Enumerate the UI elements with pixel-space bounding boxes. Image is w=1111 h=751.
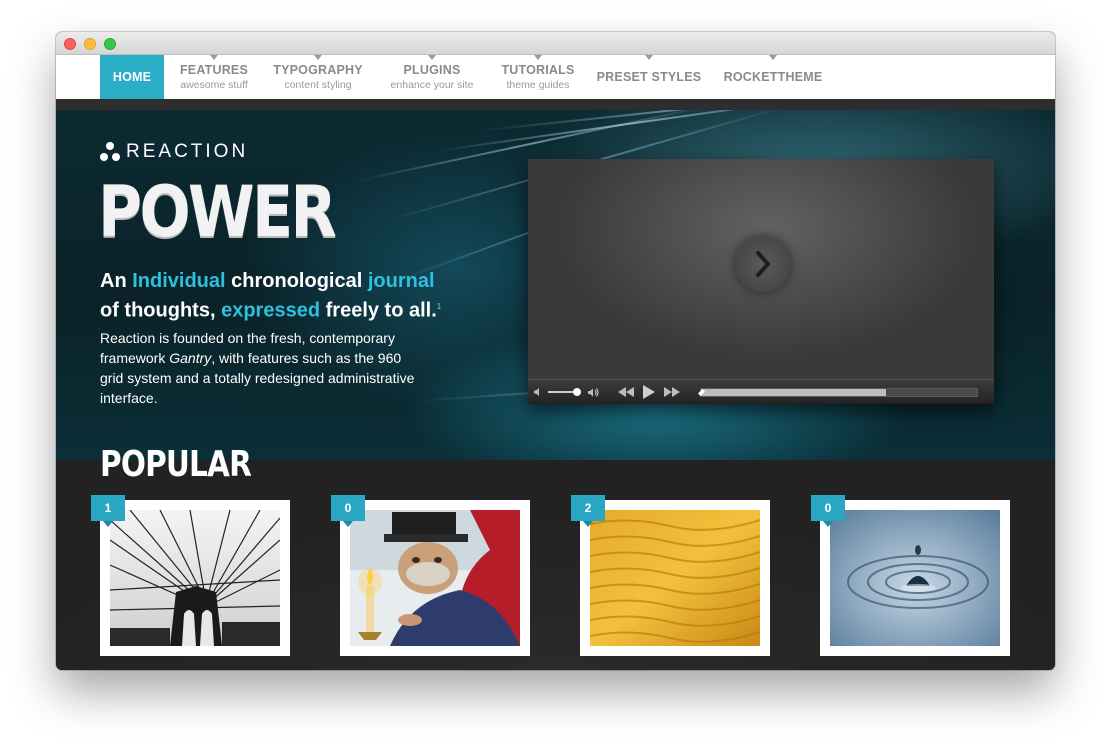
- nav-label: TUTORIALS: [501, 63, 575, 77]
- popular-card[interactable]: 0: [331, 495, 530, 656]
- nav-label: PRESET STYLES: [596, 70, 702, 84]
- hero-headline: POWER: [98, 171, 337, 253]
- nav-sublabel: awesome stuff: [180, 79, 248, 91]
- rewind-icon[interactable]: [616, 380, 636, 404]
- reaction-logo-icon: [100, 142, 120, 162]
- speaker-low-icon[interactable]: [532, 380, 544, 404]
- chevron-right-icon: [756, 251, 770, 277]
- scrooge-candle-illustration: [350, 510, 520, 646]
- nav-item-tutorials[interactable]: TUTORIALS theme guides: [496, 55, 580, 99]
- hero-description: Reaction is founded on the fresh, contem…: [100, 328, 420, 408]
- volume-knob[interactable]: [573, 388, 581, 396]
- comment-count-badge[interactable]: 0: [811, 495, 845, 527]
- nav-sublabel: enhance your site: [390, 79, 474, 91]
- tagline-word: chronological: [231, 270, 363, 292]
- minimize-window-button[interactable]: [84, 38, 96, 50]
- nav-label: HOME: [112, 70, 152, 84]
- buffer-progress: [701, 389, 886, 396]
- logo-text: REACTION: [126, 141, 249, 162]
- comment-count-badge[interactable]: 1: [91, 495, 125, 527]
- dropdown-caret-icon: [314, 55, 322, 60]
- nav-label: TYPOGRAPHY: [273, 63, 363, 77]
- popular-card[interactable]: 0: [811, 495, 1010, 656]
- tagline-word: of thoughts,: [100, 299, 216, 322]
- nav-label: FEATURES: [179, 63, 249, 77]
- browser-window: HOME FEATURES awesome stuff TYPOGRAPHY c…: [56, 32, 1055, 670]
- video-controls: [528, 379, 994, 404]
- dropdown-caret-icon: [534, 55, 542, 60]
- dropdown-caret-icon: [769, 55, 777, 60]
- section-title: POPULAR: [100, 444, 252, 485]
- nav-divider-band: [56, 99, 1055, 110]
- comment-count-badge[interactable]: 0: [331, 495, 365, 527]
- popular-card[interactable]: 1: [91, 495, 290, 656]
- nav-sublabel: theme guides: [506, 79, 570, 91]
- dropdown-caret-icon: [428, 55, 436, 60]
- nav-label: PLUGINS: [403, 63, 461, 77]
- nav-item-preset-styles[interactable]: PRESET STYLES: [594, 55, 704, 99]
- video-player[interactable]: [528, 159, 994, 404]
- tagline-highlight: expressed: [221, 299, 321, 322]
- main-navigation: HOME FEATURES awesome stuff TYPOGRAPHY c…: [56, 55, 1055, 99]
- water-drop-photo: [830, 510, 1000, 646]
- footnote-marker[interactable]: 1: [437, 302, 441, 311]
- bridge-cables-photo: [110, 510, 280, 646]
- nav-item-typography[interactable]: TYPOGRAPHY content styling: [268, 55, 368, 99]
- tagline-word: freely to all.: [325, 299, 437, 322]
- popular-card[interactable]: 2: [571, 495, 770, 656]
- dropdown-caret-icon: [645, 55, 653, 60]
- maximize-window-button[interactable]: [104, 38, 116, 50]
- nav-item-rockettheme[interactable]: ROCKETTHEME: [720, 55, 826, 99]
- window-titlebar: [56, 32, 1055, 55]
- nav-item-features[interactable]: FEATURES awesome stuff: [171, 55, 257, 99]
- fast-forward-icon[interactable]: [662, 380, 682, 404]
- nav-label: ROCKETTHEME: [723, 70, 823, 84]
- hero-showcase: REACTION POWER An Individual chronologic…: [56, 110, 1055, 460]
- tagline-word: An: [100, 270, 127, 292]
- tagline-highlight: Individual: [132, 270, 226, 292]
- big-play-button[interactable]: [735, 236, 791, 292]
- speaker-high-icon[interactable]: [585, 380, 601, 404]
- popular-section: POPULAR 1 0 2 0: [56, 444, 1055, 670]
- tagline-highlight: journal: [367, 270, 435, 292]
- nav-item-plugins[interactable]: PLUGINS enhance your site: [382, 55, 482, 99]
- seek-bar[interactable]: [698, 388, 978, 397]
- close-window-button[interactable]: [64, 38, 76, 50]
- site-logo[interactable]: REACTION: [100, 141, 249, 162]
- dropdown-caret-icon: [210, 55, 218, 60]
- comment-count-badge[interactable]: 2: [571, 495, 605, 527]
- play-icon[interactable]: [640, 380, 658, 404]
- sand-dunes-photo: [590, 510, 760, 646]
- hero-tagline: An Individual chronological journal of t…: [100, 268, 460, 324]
- nav-item-home[interactable]: HOME: [100, 55, 164, 99]
- desc-emphasis: Gantry: [169, 350, 212, 366]
- light-streak: [435, 110, 833, 152]
- nav-sublabel: content styling: [284, 79, 352, 91]
